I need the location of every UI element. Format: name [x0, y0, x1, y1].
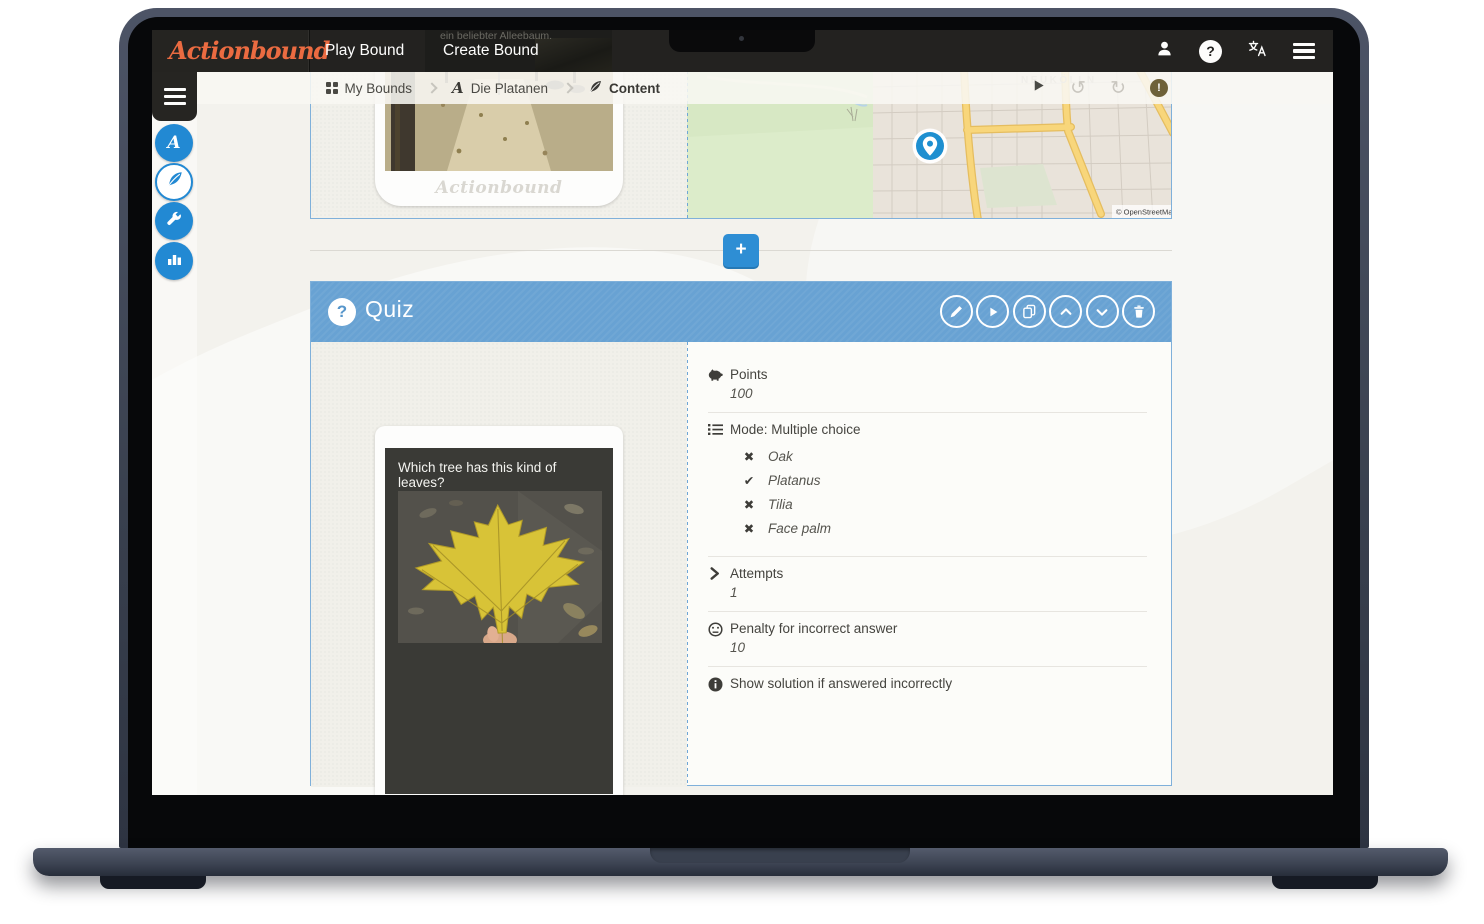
nav-play-bound[interactable]: Play Bound — [325, 30, 404, 72]
attempts-label: Attempts — [730, 566, 783, 581]
frown-face-icon — [708, 621, 730, 655]
phone-preview: Which tree has this kind of leaves? — [375, 426, 623, 795]
help-icon[interactable]: ? — [1199, 40, 1222, 63]
move-down-button[interactable] — [1086, 295, 1119, 328]
attempts-row: Attempts 1 — [708, 557, 1147, 612]
feather-icon — [588, 80, 602, 97]
user-icon[interactable] — [1156, 40, 1173, 62]
bar-chart-icon — [167, 252, 182, 271]
points-label: Points — [730, 367, 768, 382]
correct-icon: ✔ — [742, 473, 756, 488]
penalty-value: 10 — [730, 640, 897, 655]
page: Actionbound — [0, 0, 1484, 924]
screen: Actionbound — [152, 30, 1333, 795]
edit-button[interactable] — [940, 295, 973, 328]
list-icon — [708, 422, 730, 545]
sidebar-item-content[interactable] — [155, 163, 193, 201]
map-pin-icon — [913, 129, 948, 164]
delete-button[interactable] — [1122, 295, 1155, 328]
logo[interactable]: Actionbound — [152, 30, 310, 72]
play-button[interactable] — [976, 295, 1009, 328]
attempts-value: 1 — [730, 585, 783, 600]
sidebar-item-settings[interactable] — [155, 202, 193, 240]
move-up-button[interactable] — [1049, 295, 1082, 328]
quiz-actions — [940, 295, 1156, 328]
sidebar-item-results[interactable] — [155, 242, 193, 280]
answers-list: ✖ Oak ✔ Platanus ✖ Tilia — [742, 449, 861, 536]
sidebar-menu-button[interactable] — [152, 72, 197, 121]
breadcrumb-bound[interactable]: A Die Platanen — [452, 79, 548, 97]
piggy-bank-icon — [708, 367, 730, 401]
menu-icon[interactable] — [1293, 43, 1315, 60]
breadcrumb-content[interactable]: Content — [588, 80, 660, 97]
camera-notch — [669, 30, 815, 52]
alert-icon[interactable]: ! — [1150, 79, 1168, 97]
quiz-header: ? Quiz — [311, 282, 1171, 342]
wrong-icon: ✖ — [742, 521, 756, 536]
quiz-preview-panel: Which tree has this kind of leaves? — [311, 342, 687, 787]
breadcrumb: My Bounds A Die Platanen Content — [326, 79, 660, 97]
answer-row: ✖ Oak — [742, 449, 861, 464]
scrolled-photo-hint — [535, 38, 612, 72]
mode-label: Mode: Multiple choice — [730, 422, 861, 437]
info-icon — [708, 676, 730, 697]
quiz-title: Quiz — [365, 296, 414, 323]
quiz-question-text: Which tree has this kind of leaves? — [398, 460, 600, 490]
wrench-icon — [166, 211, 182, 232]
phone-screen: Which tree has this kind of leaves? — [385, 448, 613, 794]
chevron-right-icon — [708, 566, 730, 600]
map-attribution: © OpenStreetMap — [1116, 208, 1171, 217]
penalty-row: Penalty for incorrect answer 10 — [708, 612, 1147, 667]
answer-row: ✖ Tilia — [742, 497, 861, 512]
play-preview-button[interactable] — [1031, 78, 1046, 98]
answer-row: ✔ Platanus — [742, 473, 861, 488]
stage-toolbar: ↺ ↻ ! — [1031, 72, 1168, 104]
wrong-icon: ✖ — [742, 449, 756, 464]
solution-row: Show solution if answered incorrectly — [708, 667, 1147, 708]
add-element-button[interactable]: + — [723, 234, 759, 267]
wrong-icon: ✖ — [742, 497, 756, 512]
chevron-separator-icon — [562, 82, 573, 93]
chevron-separator-icon — [426, 82, 437, 93]
sidebar-item-bound[interactable]: A — [155, 124, 193, 162]
undo-button[interactable]: ↺ — [1070, 79, 1086, 98]
breadcrumb-my-bounds[interactable]: My Bounds — [326, 81, 412, 96]
laptop-foot — [1272, 876, 1378, 889]
quiz-type-icon: ? — [328, 298, 356, 326]
feather-icon — [166, 171, 183, 193]
menu-icon — [164, 88, 186, 105]
points-value: 100 — [730, 386, 768, 401]
translate-icon[interactable] — [1248, 40, 1267, 62]
grid-icon — [326, 82, 338, 94]
quiz-settings-panel: Points 100 Mode: — [688, 342, 1171, 785]
phone-watermark: Actionbound — [375, 178, 623, 198]
quiz-card: ? Quiz — [310, 281, 1172, 786]
penalty-label: Penalty for incorrect answer — [730, 621, 897, 636]
points-row: Points 100 — [708, 358, 1147, 413]
card-divider — [687, 342, 688, 785]
mode-row: Mode: Multiple choice ✖ Oak ✔ Platanus — [708, 413, 1147, 557]
camera-icon — [739, 36, 744, 41]
nav-create-bound[interactable]: Create Bound — [443, 30, 539, 72]
actionbound-a-icon: A — [167, 133, 180, 153]
redo-button[interactable]: ↻ — [1110, 79, 1126, 98]
breadcrumb-bar: My Bounds A Die Platanen Content — [152, 72, 1333, 104]
laptop-base-notch — [650, 848, 910, 863]
answer-row: ✖ Face palm — [742, 521, 861, 536]
laptop-foot — [100, 876, 206, 889]
solution-label: Show solution if answered incorrectly — [730, 676, 952, 691]
laptop-base — [33, 848, 1448, 876]
duplicate-button[interactable] — [1013, 295, 1046, 328]
actionbound-a-icon: A — [452, 79, 464, 97]
leaf-photo — [398, 491, 602, 643]
